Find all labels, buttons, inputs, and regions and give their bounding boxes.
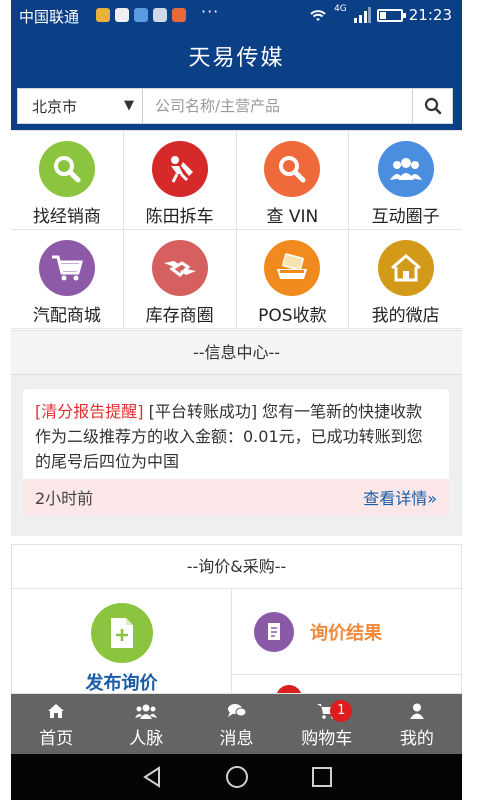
- handshake-icon: [151, 240, 208, 296]
- chat-icon: [227, 703, 246, 717]
- publish-inquiry-button[interactable]: 发布询价: [12, 589, 232, 694]
- dismantle-icon: [151, 141, 208, 197]
- gallery-notification-icon: [153, 8, 167, 22]
- feature-label: 汽配商城: [32, 306, 101, 326]
- document-icon: [254, 611, 294, 652]
- tab-cart[interactable]: 购物车 1: [282, 694, 372, 754]
- notification-icons: [96, 8, 186, 22]
- app-notification-icon: [115, 8, 129, 22]
- tab-label: 我的: [399, 728, 434, 749]
- home-circle-icon[interactable]: [225, 765, 249, 789]
- caret-down-icon: ▼: [124, 98, 134, 113]
- message-footer: 2小时前 查看详情»: [23, 479, 449, 515]
- view-details-link[interactable]: 查看详情»: [363, 485, 437, 509]
- feature-pos-payment[interactable]: POS收款: [236, 230, 350, 329]
- network-type: 4G: [334, 4, 347, 14]
- feature-inventory[interactable]: 库存商圈: [123, 230, 237, 329]
- city-select[interactable]: 北京市 ▼: [18, 89, 143, 123]
- back-icon[interactable]: [141, 766, 163, 788]
- feature-my-shop[interactable]: 我的微店: [349, 230, 462, 329]
- people-icon: [377, 141, 434, 197]
- tab-label: 消息: [219, 728, 254, 749]
- cart-icon: [38, 240, 95, 296]
- feature-label: 查 VIN: [266, 207, 319, 227]
- status-bar: 中国联通 ··· 4G 21:23: [11, 0, 462, 32]
- message-card[interactable]: [清分报告提醒] [平台转账成功] 您有一笔新的快捷收款作为二级推荐方的收入金额…: [23, 389, 449, 515]
- search-bar: 北京市 ▼: [17, 88, 453, 124]
- clock: 21:23: [408, 6, 452, 24]
- inquiry-results-label: 询价结果: [310, 622, 382, 644]
- partial-badge-icon: [276, 685, 302, 693]
- tab-label: 购物车: [301, 728, 353, 749]
- publish-inquiry-label: 发布询价: [85, 673, 158, 694]
- tab-label: 人脉: [129, 728, 164, 749]
- battery-icon: [376, 8, 406, 22]
- message-body: [清分报告提醒] [平台转账成功] 您有一笔新的快捷收款作为二级推荐方的收入金额…: [23, 389, 449, 477]
- city-select-value: 北京市: [32, 97, 78, 116]
- feature-find-dealer[interactable]: 找经销商: [11, 131, 124, 230]
- tab-label: 首页: [39, 728, 74, 749]
- feature-label: 找经销商: [32, 207, 101, 227]
- cart-count-badge: 1: [330, 700, 353, 722]
- page-title: 天易传媒: [188, 46, 285, 71]
- search-icon: [38, 141, 95, 197]
- user-icon: [409, 703, 424, 719]
- feature-label: 陈田拆车: [145, 207, 214, 227]
- signal-icon: [353, 7, 371, 23]
- feature-label: POS收款: [258, 306, 327, 326]
- more-notifications-icon: ···: [201, 2, 220, 21]
- feature-label: 我的微店: [371, 306, 440, 326]
- new-document-icon: [90, 603, 153, 663]
- section-title: --询价&采购--: [12, 545, 461, 589]
- recent-apps-icon[interactable]: [311, 766, 333, 788]
- system-nav-bar: [11, 754, 462, 800]
- message-time: 2小时前: [35, 489, 94, 508]
- feature-label: 库存商圈: [145, 306, 214, 326]
- tab-messages[interactable]: 消息: [191, 694, 281, 754]
- search-input[interactable]: [143, 89, 412, 123]
- app-notification-icon: [172, 8, 186, 22]
- app-notification-icon: [134, 8, 148, 22]
- section-title: --信息中心--: [11, 331, 462, 375]
- app-header: 天易传媒 北京市 ▼: [11, 32, 462, 130]
- inquiry-results-button[interactable]: 询价结果: [232, 589, 461, 675]
- feature-grid: 找经销商 陈田拆车 查 VIN 互动圈子 汽配商城 库存商圈 POS收款 我的微…: [11, 130, 462, 329]
- tab-profile[interactable]: 我的: [372, 694, 462, 754]
- bottom-tab-bar: 首页 人脉 消息 购物车 1 我的: [11, 694, 462, 754]
- app-notification-icon: [96, 8, 110, 22]
- wifi-icon: [310, 10, 326, 21]
- feature-label: 互动圈子: [371, 207, 440, 227]
- home-icon: [48, 703, 65, 718]
- pos-icon: [264, 240, 321, 296]
- feature-dismantle[interactable]: 陈田拆车: [123, 131, 237, 230]
- carrier-name: 中国联通: [19, 8, 80, 26]
- search-icon: [424, 97, 441, 115]
- inquiry-section: --询价&采购-- 发布询价 询价结果: [11, 544, 462, 694]
- feature-vin-lookup[interactable]: 查 VIN: [236, 131, 350, 230]
- feature-community[interactable]: 互动圈子: [349, 131, 462, 230]
- message-tag: [清分报告提醒]: [35, 402, 144, 421]
- feature-parts-mall[interactable]: 汽配商城: [11, 230, 124, 329]
- tab-home[interactable]: 首页: [11, 694, 101, 754]
- contacts-icon: [135, 704, 158, 719]
- house-icon: [377, 240, 434, 296]
- tab-contacts[interactable]: 人脉: [101, 694, 191, 754]
- search-button[interactable]: [412, 89, 452, 123]
- info-center-section: --信息中心-- [清分报告提醒] [平台转账成功] 您有一笔新的快捷收款作为二…: [11, 330, 462, 536]
- search-icon: [264, 141, 321, 197]
